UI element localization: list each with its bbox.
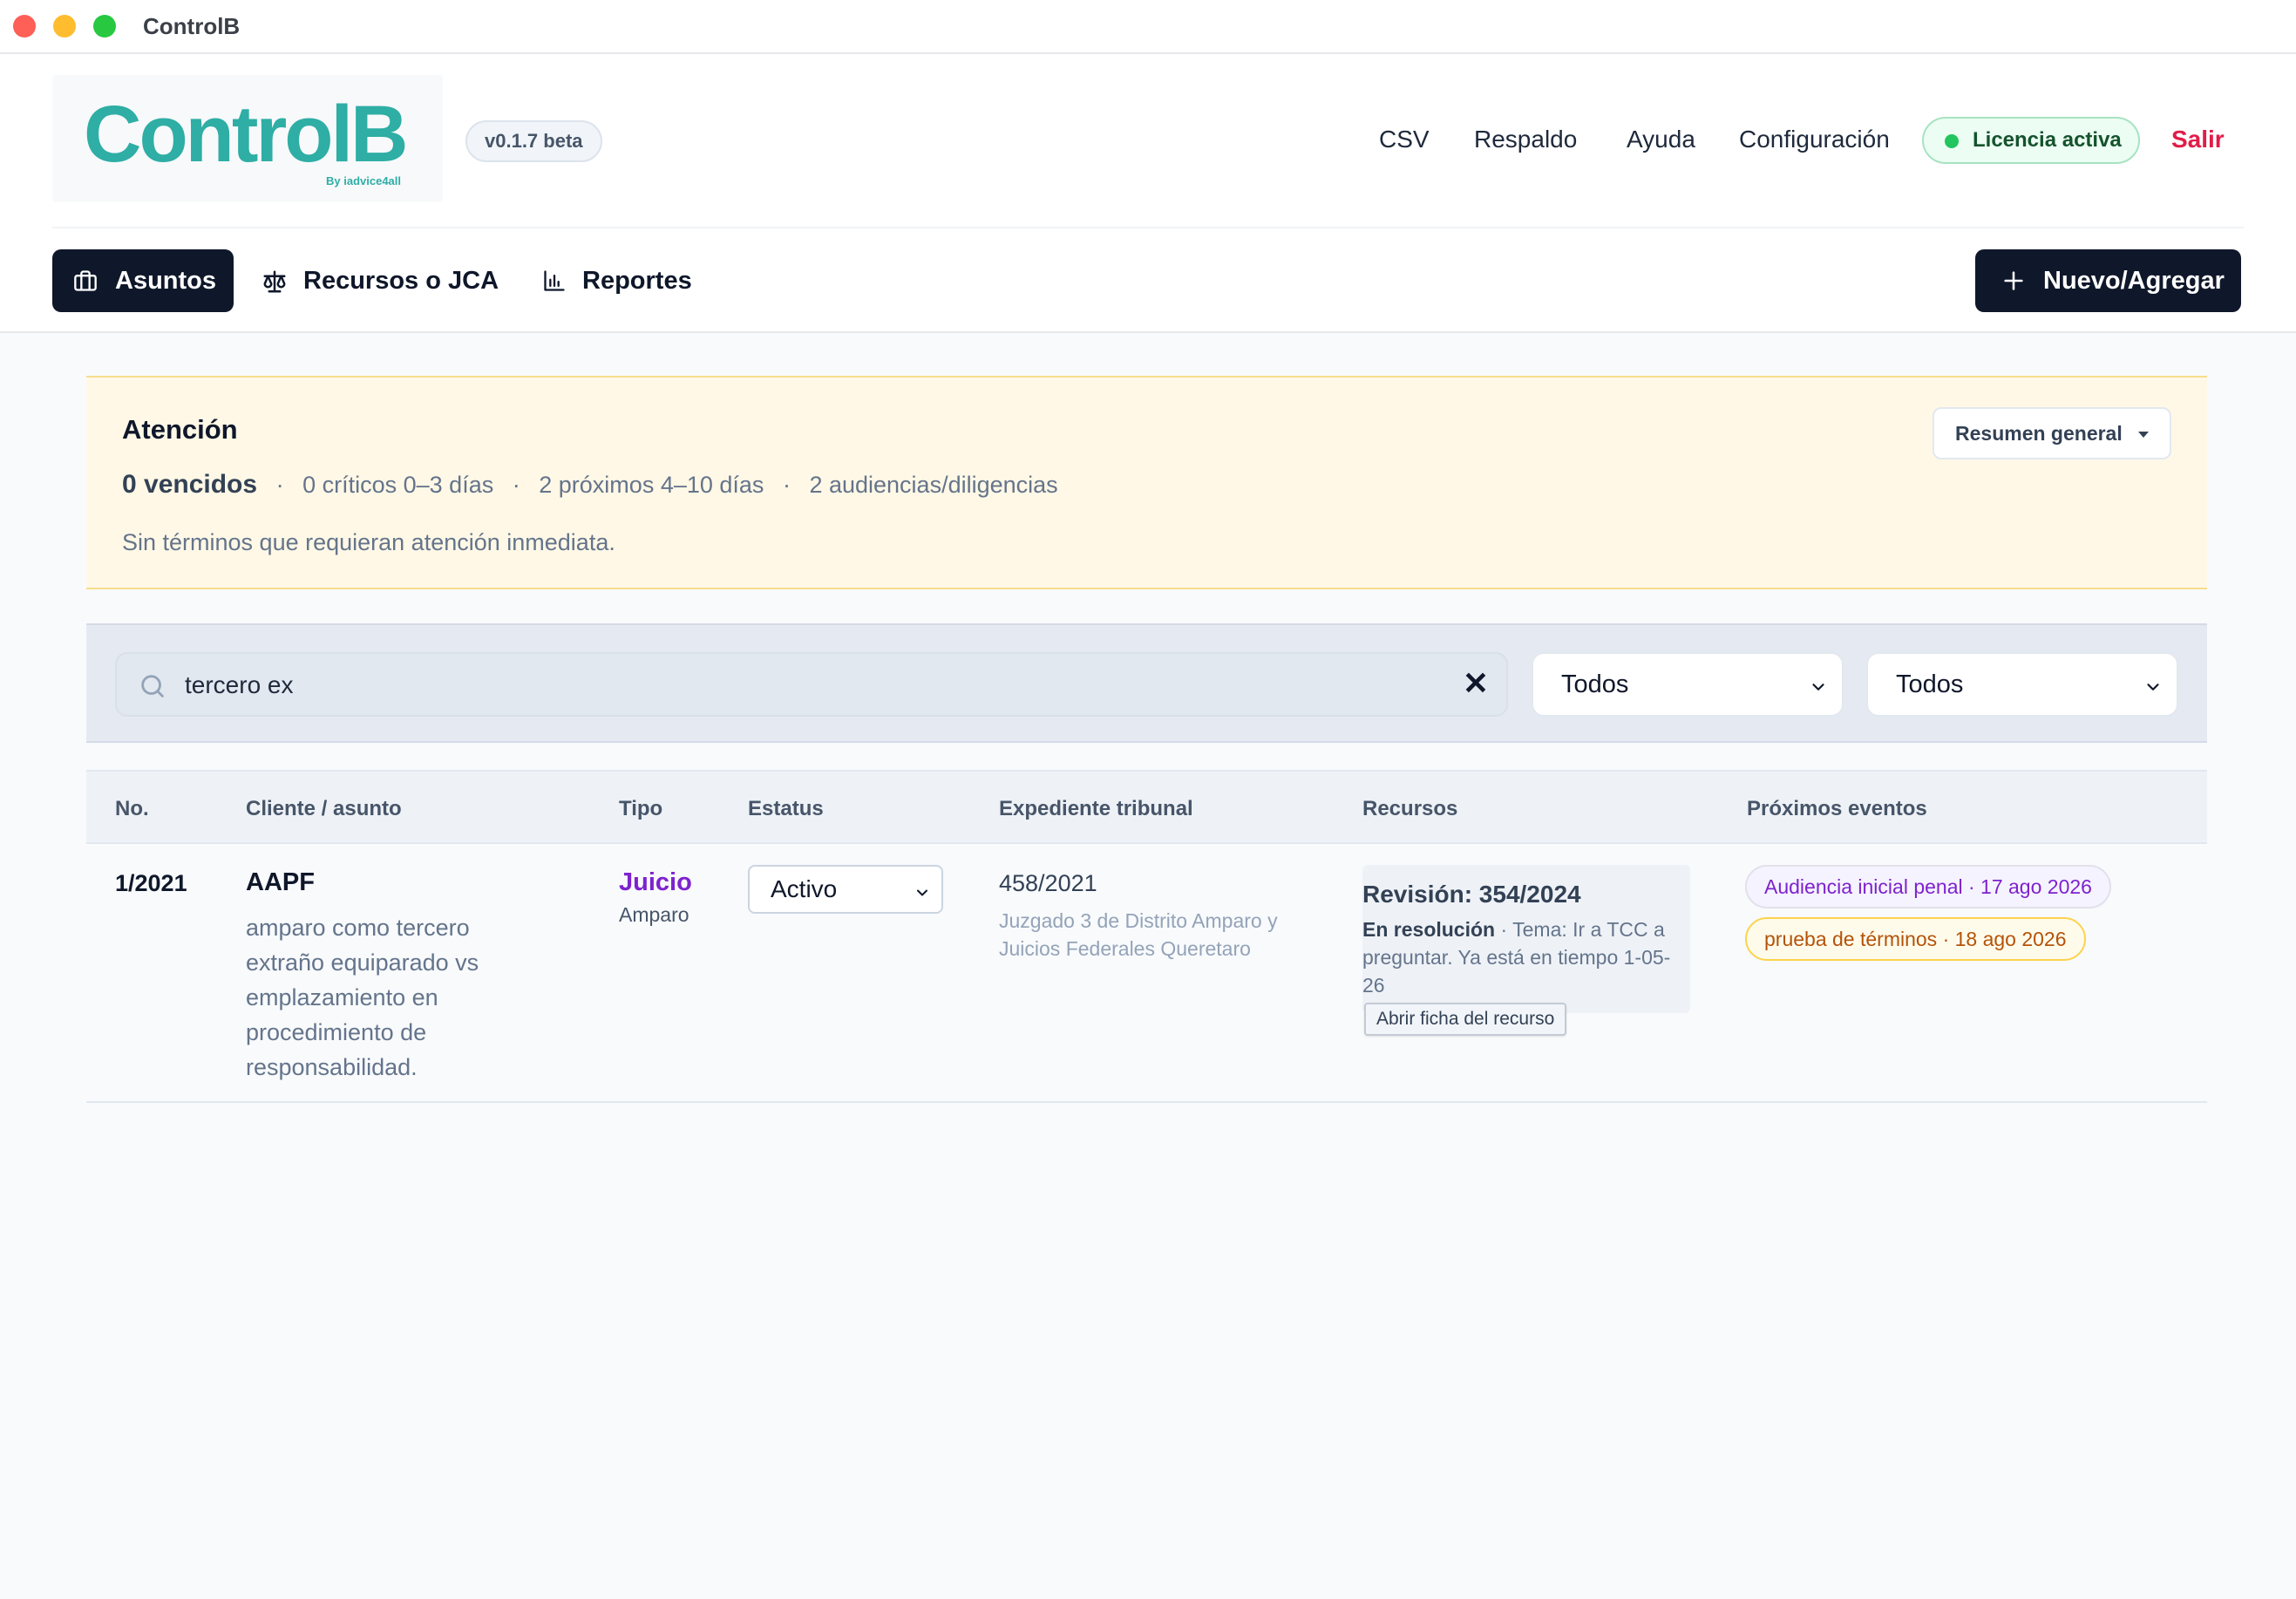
event-badge[interactable]: prueba de términos · 18 ago 2026 <box>1745 917 2086 961</box>
summary-dropdown-button[interactable]: Resumen general <box>1933 407 2171 459</box>
license-label: Licencia activa <box>1973 128 2122 152</box>
window-title: ControlB <box>143 13 241 39</box>
briefcase-icon <box>74 270 97 291</box>
column-header-court-file[interactable]: Expediente tribunal <box>999 797 1193 821</box>
critical-count: 0 críticos 0–3 días <box>302 472 494 498</box>
event-badge[interactable]: Audiencia inicial penal · 17 ago 2026 <box>1745 865 2111 908</box>
license-status-badge: Licencia activa <box>1922 117 2140 164</box>
hearings-count: 2 audiencias/diligencias <box>809 472 1058 498</box>
column-header-type[interactable]: Tipo <box>619 797 662 821</box>
summary-label: Resumen general <box>1955 422 2123 445</box>
column-header-client[interactable]: Cliente / asunto <box>246 797 402 821</box>
version-badge: v0.1.7 beta <box>465 120 602 162</box>
filter-select-1-value: Todos <box>1561 670 1629 698</box>
column-header-status[interactable]: Estatus <box>748 797 824 821</box>
clear-search-icon[interactable]: ✕ <box>1463 668 1489 699</box>
tab-label: Asuntos <box>115 267 216 295</box>
bar-chart-icon <box>544 270 565 291</box>
logo-text: ControlB <box>84 90 408 179</box>
search-icon <box>141 675 164 697</box>
case-description: amparo como tercero extraño equiparado v… <box>246 915 479 1080</box>
minimize-window-button[interactable] <box>53 15 76 37</box>
search-value: tercero ex <box>185 671 294 698</box>
tab-reportes[interactable]: Reportes <box>539 249 696 312</box>
help-link[interactable]: Ayuda <box>1627 126 1695 153</box>
client-name[interactable]: AAPF <box>246 868 315 897</box>
case-subtype: Amparo <box>619 903 689 926</box>
caret-down-icon <box>2138 432 2149 438</box>
case-number: 1/2021 <box>115 870 187 896</box>
upcoming-count: 2 próximos 4–10 días <box>539 472 764 498</box>
table-header: No. Cliente / asunto Tipo Estatus Expedi… <box>86 770 2207 844</box>
logout-link[interactable]: Salir <box>2171 126 2225 153</box>
chevron-down-icon <box>1812 684 1824 691</box>
plus-icon <box>2004 271 2023 290</box>
resource-title: Revisión: 354/2024 <box>1362 881 1581 908</box>
csv-link[interactable]: CSV <box>1379 126 1430 153</box>
tab-label: Recursos o JCA <box>303 267 499 295</box>
scale-icon <box>263 270 286 293</box>
attention-stats: 0 vencidos · 0 críticos 0–3 días · 2 pró… <box>122 470 1058 500</box>
header-divider <box>52 227 2244 228</box>
attention-title: Atención <box>122 414 238 445</box>
case-type: Juicio <box>619 868 692 896</box>
search-input[interactable]: tercero ex ✕ <box>115 652 1508 717</box>
table-row[interactable]: 1/2021 AAPF amparo como tercero extraño … <box>86 844 2207 1103</box>
app-header: ControlB By iadvice4all v0.1.7 beta CSV … <box>0 54 2296 333</box>
status-dot-icon <box>1945 134 1959 148</box>
separator: · <box>782 472 791 498</box>
court-file-number: 458/2021 <box>999 870 1097 896</box>
status-select[interactable]: Activo <box>748 865 943 914</box>
column-header-no[interactable]: No. <box>115 797 149 821</box>
resource-description: En resolución · Tema: Ir a TCC a pregunt… <box>1362 915 1690 999</box>
column-header-resources[interactable]: Recursos <box>1362 797 1457 821</box>
overdue-count: 0 vencidos <box>122 470 258 499</box>
filter-select-2-value: Todos <box>1896 670 1964 698</box>
open-resource-button[interactable]: Abrir ficha del recurso <box>1364 1003 1567 1036</box>
filter-bar: tercero ex ✕ Todos Todos <box>86 623 2207 743</box>
status-value: Activo <box>771 875 838 902</box>
separator: · <box>275 472 284 498</box>
new-add-label: Nuevo/Agregar <box>2043 267 2225 295</box>
resource-card[interactable]: Revisión: 354/2024 En resolución · Tema:… <box>1362 865 1690 1036</box>
tab-label: Reportes <box>582 267 692 295</box>
chevron-down-icon <box>2147 684 2159 691</box>
attention-message: Sin términos que requieran atención inme… <box>122 529 615 555</box>
tab-asuntos[interactable]: Asuntos <box>52 249 234 312</box>
logo-subtitle: By iadvice4all <box>326 174 401 187</box>
new-add-button[interactable]: Nuevo/Agregar <box>1975 249 2241 312</box>
court-name: Juzgado 3 de Distrito Amparo y Juicios F… <box>999 909 1278 960</box>
chevron-down-icon <box>917 889 927 896</box>
maximize-window-button[interactable] <box>93 15 116 37</box>
backup-link[interactable]: Respaldo <box>1474 126 1577 153</box>
tab-recursos[interactable]: Recursos o JCA <box>258 249 504 312</box>
separator: · <box>512 472 520 498</box>
close-window-button[interactable] <box>13 15 36 37</box>
filter-select-1[interactable]: Todos <box>1532 652 1844 717</box>
column-header-events[interactable]: Próximos eventos <box>1747 797 1927 821</box>
resource-status: En resolución <box>1362 918 1496 941</box>
filter-select-2[interactable]: Todos <box>1866 652 2178 717</box>
logo: ControlB By iadvice4all <box>52 75 443 202</box>
settings-link[interactable]: Configuración <box>1739 126 1890 153</box>
attention-panel: Atención 0 vencidos · 0 críticos 0–3 día… <box>86 376 2207 589</box>
window-titlebar: ControlB <box>0 0 2296 54</box>
